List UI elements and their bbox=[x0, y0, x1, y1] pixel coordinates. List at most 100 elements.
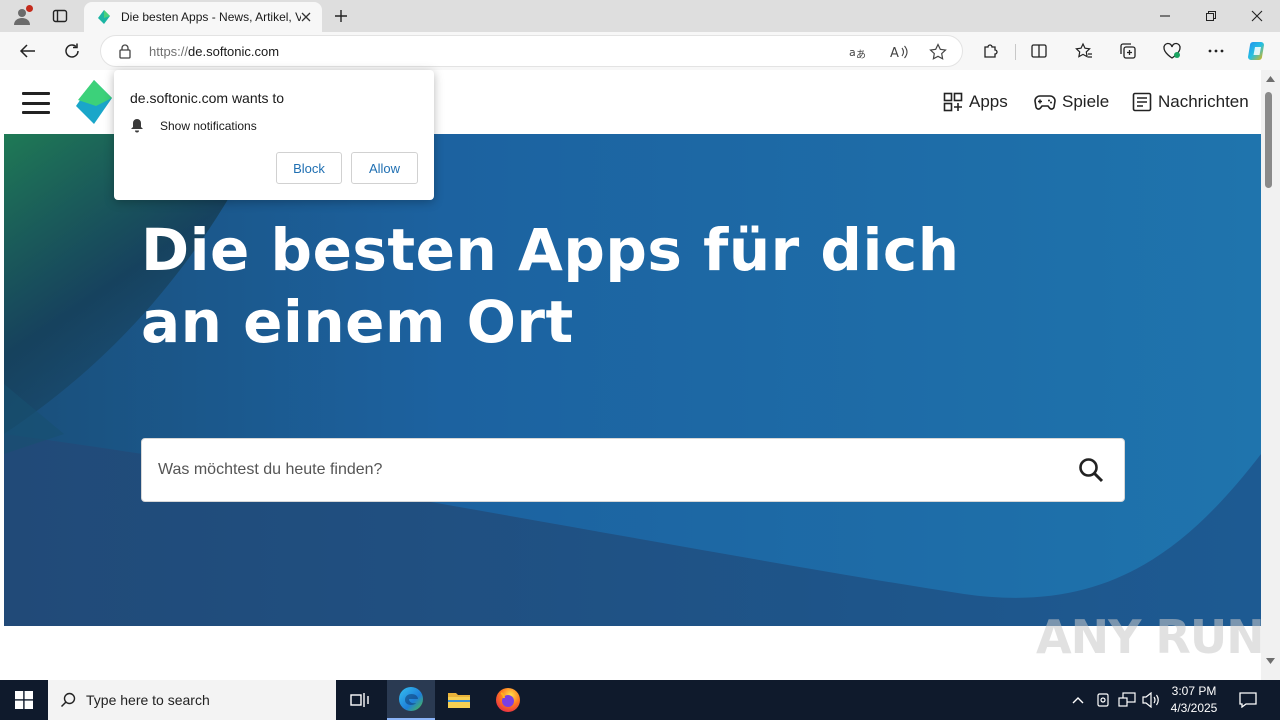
taskbar-firefox[interactable] bbox=[484, 680, 532, 720]
collections-icon bbox=[1120, 43, 1136, 59]
tray-network[interactable] bbox=[1116, 680, 1138, 720]
popup-permission-text: Show notifications bbox=[160, 119, 257, 133]
restore-icon bbox=[1206, 11, 1216, 21]
copilot-button[interactable] bbox=[1243, 36, 1273, 66]
tray-network-adapter[interactable] bbox=[1092, 680, 1114, 720]
search-icon bbox=[1079, 458, 1104, 483]
scroll-down-icon[interactable] bbox=[1266, 658, 1275, 664]
task-view-button[interactable] bbox=[336, 680, 384, 720]
anyrun-watermark: ANY RUN bbox=[1036, 610, 1265, 664]
notification-center-icon bbox=[1239, 692, 1257, 708]
close-icon bbox=[301, 12, 311, 22]
task-view-icon bbox=[350, 693, 369, 707]
address-url: https://de.softonic.com bbox=[149, 44, 279, 59]
gamepad-icon bbox=[1034, 95, 1056, 110]
tab-strip: Die besten Apps - News, Artikel, Videos bbox=[0, 0, 1280, 32]
translate-button[interactable]: aあ bbox=[848, 42, 868, 62]
tab-title: Die besten Apps - News, Artikel, Videos bbox=[121, 10, 301, 24]
hamburger-bar bbox=[22, 101, 50, 105]
svg-text:A: A bbox=[890, 46, 899, 60]
taskbar-search-placeholder: Type here to search bbox=[86, 692, 210, 708]
notification-center-button[interactable] bbox=[1234, 680, 1262, 720]
lock-icon bbox=[119, 44, 131, 59]
page-scrollbar[interactable] bbox=[1261, 70, 1280, 680]
url-host: de.softonic.com bbox=[188, 44, 280, 59]
favorites-button[interactable] bbox=[1069, 36, 1099, 66]
refresh-button[interactable] bbox=[57, 36, 87, 66]
plus-icon bbox=[335, 10, 347, 22]
tray-overflow-button[interactable] bbox=[1068, 680, 1088, 720]
hero-search-box bbox=[141, 438, 1125, 502]
device-icon bbox=[1097, 693, 1109, 707]
taskbar-edge[interactable] bbox=[387, 680, 435, 720]
popup-title: de.softonic.com wants to bbox=[130, 90, 285, 106]
read-aloud-icon: A bbox=[890, 45, 908, 60]
restore-button[interactable] bbox=[1188, 0, 1234, 32]
scroll-thumb[interactable] bbox=[1265, 92, 1272, 188]
notification-permission-popup: de.softonic.com wants to Show notificati… bbox=[114, 70, 434, 200]
minimize-icon bbox=[1160, 15, 1170, 17]
allow-button[interactable]: Allow bbox=[351, 152, 418, 184]
window-close-button[interactable] bbox=[1234, 0, 1280, 32]
tab-close-button[interactable] bbox=[298, 9, 314, 25]
volume-icon bbox=[1142, 692, 1159, 708]
split-screen-button[interactable] bbox=[1024, 36, 1054, 66]
clock-time: 3:07 PM bbox=[1171, 684, 1217, 698]
tab-actions-button[interactable] bbox=[46, 3, 74, 29]
svg-text:あ: あ bbox=[856, 49, 866, 60]
active-tab[interactable]: Die besten Apps - News, Artikel, Videos bbox=[84, 2, 322, 32]
settings-menu-button[interactable] bbox=[1201, 36, 1231, 66]
puzzle-icon bbox=[984, 44, 998, 58]
taskbar-file-explorer[interactable] bbox=[435, 680, 483, 720]
browser-toolbar: https://de.softonic.com aあ A bbox=[0, 32, 1280, 70]
nav-games-label: Spiele bbox=[1062, 92, 1110, 111]
hero-title: Die besten Apps für dich an einem Ort bbox=[141, 216, 960, 356]
windows-logo-icon bbox=[15, 691, 33, 709]
bell-icon bbox=[131, 119, 143, 133]
translate-icon: aあ bbox=[849, 46, 866, 60]
apps-grid-icon bbox=[943, 92, 963, 112]
minimize-button[interactable] bbox=[1142, 0, 1188, 32]
menu-button[interactable] bbox=[22, 92, 50, 114]
hero-search-button[interactable] bbox=[1076, 455, 1106, 485]
star-icon bbox=[929, 43, 947, 60]
hero-background bbox=[4, 134, 1261, 626]
more-horizontal-icon bbox=[1208, 49, 1224, 53]
softonic-logo-icon[interactable] bbox=[74, 80, 114, 124]
tab-actions-icon bbox=[52, 9, 68, 23]
toolbar-separator bbox=[1015, 44, 1016, 60]
folder-icon bbox=[448, 693, 470, 708]
news-icon bbox=[1132, 92, 1152, 112]
read-aloud-button[interactable]: A bbox=[889, 42, 909, 62]
address-bar[interactable]: https://de.softonic.com aあ A bbox=[100, 35, 963, 67]
network-icon bbox=[1118, 692, 1136, 707]
browser-essentials-button[interactable] bbox=[1157, 36, 1187, 66]
nav-apps[interactable]: Apps bbox=[943, 90, 1008, 114]
taskbar-clock[interactable]: 3:07 PM 4/3/2025 bbox=[1160, 683, 1228, 717]
clock-date: 4/3/2025 bbox=[1170, 701, 1218, 715]
block-button[interactable]: Block bbox=[276, 152, 342, 184]
back-button[interactable] bbox=[13, 36, 43, 66]
new-tab-button[interactable] bbox=[330, 5, 352, 27]
svg-text:a: a bbox=[849, 46, 856, 59]
scroll-up-icon[interactable] bbox=[1266, 76, 1275, 82]
taskbar: Type here to search 3:07 PM 4/3/2025 bbox=[0, 680, 1280, 720]
split-screen-icon bbox=[1031, 44, 1047, 58]
nav-news-label: Nachrichten bbox=[1158, 92, 1249, 111]
arrow-left-icon bbox=[19, 44, 35, 58]
hero-search-input[interactable] bbox=[142, 439, 1062, 501]
taskbar-search[interactable]: Type here to search bbox=[48, 680, 336, 720]
nav-news[interactable]: Nachrichten bbox=[1132, 90, 1249, 114]
hamburger-bar bbox=[22, 111, 50, 114]
hamburger-bar bbox=[22, 92, 50, 95]
tray-volume[interactable] bbox=[1140, 680, 1162, 720]
favorite-button[interactable] bbox=[928, 42, 948, 62]
url-scheme: https:// bbox=[149, 44, 189, 59]
collections-button[interactable] bbox=[1113, 36, 1143, 66]
extensions-button[interactable] bbox=[976, 36, 1006, 66]
nav-apps-label: Apps bbox=[969, 92, 1008, 111]
refresh-icon bbox=[65, 43, 79, 58]
nav-games[interactable]: Spiele bbox=[1034, 90, 1109, 114]
start-button[interactable] bbox=[0, 680, 48, 720]
profile-alert-dot bbox=[26, 5, 33, 12]
